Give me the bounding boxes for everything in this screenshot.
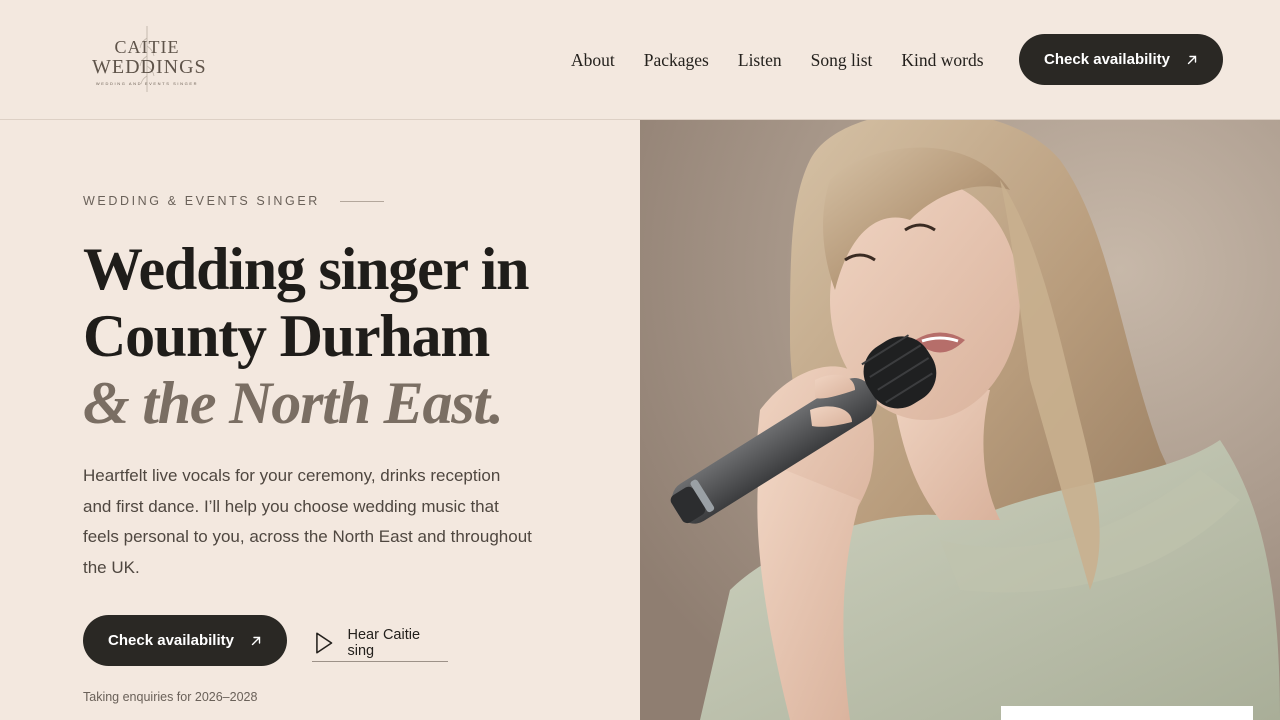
headline-line-2: County Durham	[83, 303, 490, 369]
nav-about[interactable]: About	[571, 48, 615, 72]
arrow-up-right-icon	[1187, 55, 1197, 64]
hero-description: Heartfelt live vocals for your ceremony,…	[83, 466, 532, 577]
nav-song-list[interactable]: Song list	[811, 48, 873, 72]
header-cta-label: Check availability	[1044, 51, 1170, 68]
arrow-up-right-icon	[251, 636, 261, 645]
hear-caitie-sing-link[interactable]: Hear Caitie sing	[312, 624, 448, 662]
play-icon	[316, 631, 333, 654]
headline-line-1: Wedding singer in	[83, 236, 530, 302]
singer-with-microphone-illustration	[640, 120, 1280, 720]
hero-check-availability-button[interactable]: Check availability	[83, 615, 287, 666]
hero-cta-label: Check availability	[108, 632, 234, 649]
eyebrow-rule	[339, 200, 384, 202]
hero-headline: Wedding singer in County Durham & the No…	[83, 236, 623, 437]
main-nav: About Packages Listen Song list Kind wor…	[571, 48, 984, 72]
nav-listen[interactable]: Listen	[738, 48, 782, 72]
headline-line-3: & the North East.	[83, 370, 504, 436]
brand-logo[interactable]: CAITIE WEDDINGS WEDDING AND EVENTS SINGE…	[92, 22, 207, 96]
site-header: CAITIE WEDDINGS WEDDING AND EVENTS SINGE…	[0, 0, 1280, 120]
logo-weddings: WEDDINGS	[92, 56, 207, 78]
photo-overlay-card	[1001, 706, 1253, 720]
hero-photo	[640, 120, 1280, 720]
header-check-availability-button[interactable]: Check availability	[1019, 34, 1223, 85]
enquiries-note: Taking enquiries for 2026–2028	[83, 690, 258, 704]
logo-name: CAITIE	[114, 37, 180, 57]
nav-kind-words[interactable]: Kind words	[901, 48, 983, 72]
listen-label: Hear Caitie sing	[347, 626, 421, 659]
nav-packages[interactable]: Packages	[644, 48, 709, 72]
logo-tagline: WEDDING AND EVENTS SINGER	[95, 81, 199, 86]
eyebrow-text: WEDDING & EVENTS SINGER	[83, 194, 320, 208]
hero-eyebrow: WEDDING & EVENTS SINGER	[83, 194, 384, 208]
